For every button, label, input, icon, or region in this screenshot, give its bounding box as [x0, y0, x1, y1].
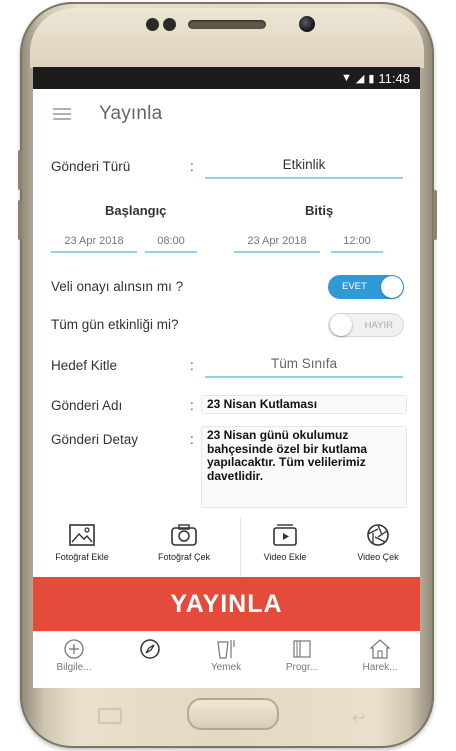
- colon: :: [190, 358, 194, 373]
- bottom-nav: Bilgile... Yemek Progr... Harek...: [33, 631, 420, 688]
- take-video-button[interactable]: Video Çek: [333, 517, 420, 562]
- toggle-knob: [330, 314, 352, 336]
- battery-icon: ▮: [368, 72, 375, 85]
- home-icon: [369, 639, 391, 659]
- toggle-label: EVET: [342, 281, 367, 292]
- detail-text: 23 Nisan günü okulumuz bahçesinde özel b…: [207, 428, 368, 483]
- colon: :: [190, 398, 194, 413]
- nav-label: Yemek: [210, 662, 242, 673]
- audience-dropdown[interactable]: Tüm Sınıfa: [205, 356, 403, 378]
- camera-icon: [171, 524, 197, 546]
- video-file-icon: [273, 524, 297, 546]
- add-video-label: Video Ekle: [263, 552, 307, 562]
- app-bar: Yayınla: [33, 89, 420, 139]
- take-photo-button[interactable]: Fotoğraf Çek: [139, 517, 229, 562]
- front-camera: [299, 16, 315, 32]
- wifi-icon: ▼: [341, 72, 352, 84]
- all-day-row: Tüm gün etkinliği mi? HAYIR: [33, 313, 420, 339]
- sensor-dot: [163, 18, 176, 31]
- take-photo-label: Fotoğraf Çek: [157, 552, 211, 562]
- nav-label: Progr...: [285, 662, 319, 673]
- plus-circle-icon: [64, 639, 84, 659]
- nav-item-yemek[interactable]: Yemek: [191, 636, 261, 673]
- take-video-label: Video Çek: [357, 552, 399, 562]
- power-button: [433, 190, 437, 240]
- colon: :: [190, 432, 194, 447]
- sensor-dot: [146, 18, 159, 31]
- add-photo-button[interactable]: Fotoğraf Ekle: [37, 517, 127, 562]
- page-title: Yayınla: [99, 103, 163, 124]
- end-label: Bitiş: [305, 203, 334, 218]
- aperture-icon: [367, 524, 389, 546]
- nav-item-hareket[interactable]: Harek...: [345, 636, 415, 673]
- add-photo-label: Fotoğraf Ekle: [55, 552, 109, 562]
- phone-bottom-bezel: ↩: [22, 690, 432, 742]
- add-video-button[interactable]: Video Ekle: [240, 517, 330, 562]
- detail-label: Gönderi Detay: [51, 432, 139, 447]
- home-button[interactable]: [187, 698, 279, 730]
- start-label: Başlangıç: [105, 203, 167, 218]
- name-label: Gönderi Adı: [51, 398, 123, 413]
- type-dropdown[interactable]: Etkinlik: [205, 157, 403, 179]
- nav-item-bilgilendirme[interactable]: Bilgile...: [39, 636, 109, 673]
- audience-label: Hedef Kitle: [51, 358, 118, 373]
- back-icon[interactable]: ↩: [352, 708, 372, 727]
- start-time-field[interactable]: 08:00: [145, 235, 197, 253]
- volume-button: [18, 200, 22, 240]
- media-actions: Fotoğraf Ekle Fotoğraf Çek Video Ekle Vi…: [33, 517, 420, 577]
- signal-icon: ◢: [355, 72, 365, 85]
- nav-label: Harek...: [362, 662, 398, 673]
- publish-button[interactable]: YAYINLA: [33, 577, 420, 631]
- status-bar: ▼ ◢ ▮ 11:48: [33, 67, 420, 89]
- volume-button: [18, 150, 22, 190]
- toggle-knob: [381, 276, 403, 298]
- nav-label: Bilgile...: [56, 662, 92, 673]
- status-time: 11:48: [378, 70, 410, 86]
- book-icon: [293, 640, 311, 658]
- recent-apps-button[interactable]: [98, 708, 122, 724]
- phone-top-bezel: [30, 8, 424, 68]
- hamburger-icon[interactable]: [53, 108, 71, 120]
- nav-item-compass[interactable]: [115, 636, 185, 662]
- all-day-toggle[interactable]: HAYIR: [328, 313, 404, 337]
- earpiece-speaker: [188, 20, 266, 29]
- parent-approval-label: Veli onayı alınsın mı ?: [51, 279, 184, 294]
- parent-approval-toggle[interactable]: EVET: [328, 275, 404, 299]
- detail-textarea[interactable]: 23 Nisan günü okulumuz bahçesinde özel b…: [201, 426, 407, 508]
- compass-icon: [140, 639, 160, 659]
- parent-approval-row: Veli onayı alınsın mı ? EVET: [33, 275, 420, 301]
- image-icon: [69, 524, 95, 546]
- toggle-label: HAYIR: [364, 320, 393, 331]
- name-input[interactable]: 23 Nisan Kutlaması: [201, 395, 407, 414]
- food-icon: [217, 640, 235, 659]
- app-screen: ▼ ◢ ▮ 11:48 Yayınla Gönderi Türü : Etkin…: [33, 67, 420, 688]
- colon: :: [190, 159, 194, 174]
- start-date-field[interactable]: 23 Apr 2018: [51, 235, 137, 253]
- all-day-label: Tüm gün etkinliği mi?: [51, 317, 179, 332]
- end-date-field[interactable]: 23 Apr 2018: [234, 235, 320, 253]
- type-label: Gönderi Türü: [51, 159, 131, 174]
- nav-item-program[interactable]: Progr...: [267, 636, 337, 673]
- end-time-field[interactable]: 12:00: [331, 235, 383, 253]
